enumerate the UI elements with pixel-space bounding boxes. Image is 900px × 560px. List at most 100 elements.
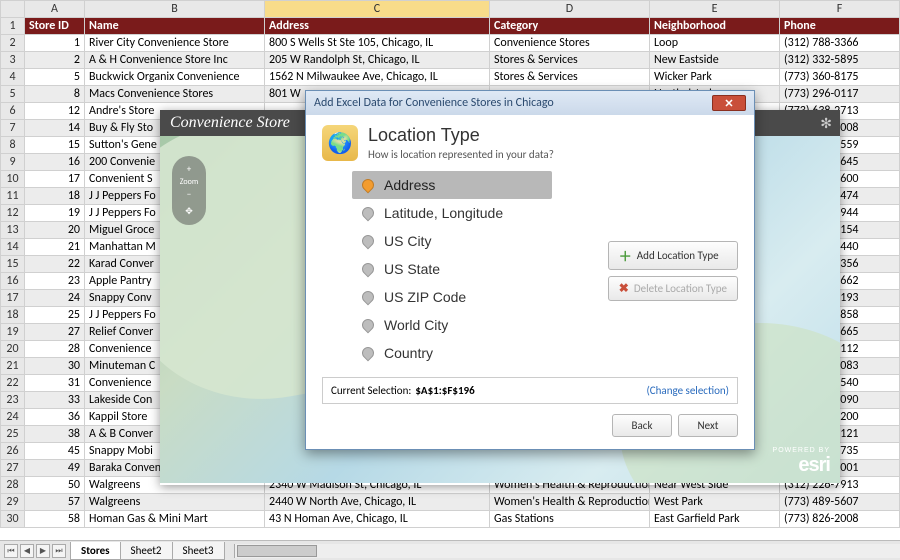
row-header[interactable]: 30 <box>1 511 25 528</box>
location-type-option[interactable]: US State <box>352 255 552 283</box>
cell[interactable]: 25 <box>25 307 85 324</box>
add-location-type-button[interactable]: ＋ Add Location Type <box>608 241 738 270</box>
column-header[interactable]: C <box>265 1 490 18</box>
back-button[interactable]: Back <box>612 414 672 437</box>
row-header[interactable]: 3 <box>1 52 25 69</box>
row-header[interactable]: 20 <box>1 341 25 358</box>
cell[interactable]: 22 <box>25 256 85 273</box>
row-header[interactable]: 29 <box>1 494 25 511</box>
header-cell[interactable]: Store ID <box>25 18 85 35</box>
cell[interactable]: 57 <box>25 494 85 511</box>
cell[interactable]: 36 <box>25 409 85 426</box>
zoom-out-icon[interactable]: − <box>172 189 206 200</box>
row-header[interactable]: 23 <box>1 392 25 409</box>
sheet-tab[interactable]: Sheet3 <box>172 542 225 560</box>
location-type-option[interactable]: US ZIP Code <box>352 283 552 311</box>
cell[interactable]: Stores & Services <box>490 52 650 69</box>
delete-location-type-button[interactable]: ✖ Delete Location Type <box>608 276 738 301</box>
cell[interactable]: Stores & Services <box>490 69 650 86</box>
cell[interactable]: 49 <box>25 460 85 477</box>
cell[interactable]: 30 <box>25 358 85 375</box>
cell[interactable]: (312) 788-3366 <box>780 35 900 52</box>
row-header[interactable]: 16 <box>1 273 25 290</box>
row-header[interactable]: 26 <box>1 443 25 460</box>
row-header[interactable]: 10 <box>1 171 25 188</box>
location-type-option[interactable]: Address <box>352 171 552 199</box>
cell[interactable]: 19 <box>25 205 85 222</box>
cell[interactable]: 5 <box>25 69 85 86</box>
cell[interactable]: Women's Health & Reproduction <box>490 494 650 511</box>
cell[interactable]: 205 W Randolph St, Chicago, IL <box>265 52 490 69</box>
cell[interactable]: Convenience Stores <box>490 35 650 52</box>
row-header[interactable]: 9 <box>1 154 25 171</box>
row-header[interactable]: 12 <box>1 205 25 222</box>
location-type-option[interactable]: Country <box>352 339 552 367</box>
row-header[interactable]: 19 <box>1 324 25 341</box>
cell[interactable]: (773) 296-0117 <box>780 86 900 103</box>
cell[interactable]: 1 <box>25 35 85 52</box>
cell[interactable]: 24 <box>25 290 85 307</box>
sheet-tab[interactable]: Sheet2 <box>120 542 173 560</box>
cell[interactable]: 1562 N Milwaukee Ave, Chicago, IL <box>265 69 490 86</box>
header-cell[interactable]: Neighborhood <box>650 18 780 35</box>
table-row[interactable]: 2957Walgreens2440 W North Ave, Chicago, … <box>1 494 900 511</box>
row-header[interactable]: 14 <box>1 239 25 256</box>
tab-next-icon[interactable]: ▶ <box>36 544 50 558</box>
tab-last-icon[interactable]: ⏭ <box>52 544 66 558</box>
row-header[interactable]: 25 <box>1 426 25 443</box>
row-header[interactable]: 1 <box>1 18 25 35</box>
select-all-cell[interactable] <box>1 1 25 18</box>
row-header[interactable]: 28 <box>1 477 25 494</box>
header-cell[interactable]: Category <box>490 18 650 35</box>
row-header[interactable]: 6 <box>1 103 25 120</box>
cell[interactable]: Macs Convenience Stores <box>85 86 265 103</box>
location-type-option[interactable]: Latitude, Longitude <box>352 199 552 227</box>
cell[interactable]: 2440 W North Ave, Chicago, IL <box>265 494 490 511</box>
row-header[interactable]: 15 <box>1 256 25 273</box>
cell[interactable]: 8 <box>25 86 85 103</box>
table-row[interactable]: 45Buckwick Organix Convenience1562 N Mil… <box>1 69 900 86</box>
column-header[interactable]: A <box>25 1 85 18</box>
row-header[interactable]: 5 <box>1 86 25 103</box>
cell[interactable]: Homan Gas & Mini Mart <box>85 511 265 528</box>
cell[interactable]: River City Convenience Store <box>85 35 265 52</box>
cell[interactable]: 45 <box>25 443 85 460</box>
row-header[interactable]: 2 <box>1 35 25 52</box>
cell[interactable]: 12 <box>25 103 85 120</box>
cell[interactable]: Walgreens <box>85 494 265 511</box>
tab-first-icon[interactable]: ⏮ <box>4 544 18 558</box>
cell[interactable]: 15 <box>25 137 85 154</box>
cell[interactable]: 31 <box>25 375 85 392</box>
cell[interactable]: 18 <box>25 188 85 205</box>
column-header[interactable]: F <box>780 1 900 18</box>
cell[interactable]: (773) 826-2008 <box>780 511 900 528</box>
cell[interactable]: East Garfield Park <box>650 511 780 528</box>
cell[interactable]: 27 <box>25 324 85 341</box>
row-header[interactable]: 7 <box>1 120 25 137</box>
cell[interactable]: 33 <box>25 392 85 409</box>
header-cell[interactable]: Phone <box>780 18 900 35</box>
horizontal-scrollbar[interactable] <box>234 544 900 558</box>
cell[interactable]: 50 <box>25 477 85 494</box>
sheet-tab[interactable]: Stores <box>70 542 121 560</box>
cell[interactable]: 800 S Wells St Ste 105, Chicago, IL <box>265 35 490 52</box>
cell[interactable]: Loop <box>650 35 780 52</box>
pan-icon[interactable]: ✥ <box>172 206 206 217</box>
dialog-title-bar[interactable]: Add Excel Data for Convenience Stores in… <box>306 91 754 115</box>
table-row[interactable]: 32A & H Convenience Store Inc205 W Rando… <box>1 52 900 69</box>
row-header[interactable]: 21 <box>1 358 25 375</box>
cell[interactable]: 21 <box>25 239 85 256</box>
cell[interactable]: Buckwick Organix Convenience <box>85 69 265 86</box>
cell[interactable]: (773) 360-8175 <box>780 69 900 86</box>
row-header[interactable]: 11 <box>1 188 25 205</box>
table-row[interactable]: 3058Homan Gas & Mini Mart43 N Homan Ave,… <box>1 511 900 528</box>
change-selection-link[interactable]: (Change selection) <box>646 384 729 397</box>
cell[interactable]: 2 <box>25 52 85 69</box>
cell[interactable]: 16 <box>25 154 85 171</box>
cell[interactable]: 14 <box>25 120 85 137</box>
scrollbar-thumb[interactable] <box>237 545 317 557</box>
row-header[interactable]: 27 <box>1 460 25 477</box>
cell[interactable]: (773) 489-5607 <box>780 494 900 511</box>
row-header[interactable]: 18 <box>1 307 25 324</box>
location-type-option[interactable]: World City <box>352 311 552 339</box>
